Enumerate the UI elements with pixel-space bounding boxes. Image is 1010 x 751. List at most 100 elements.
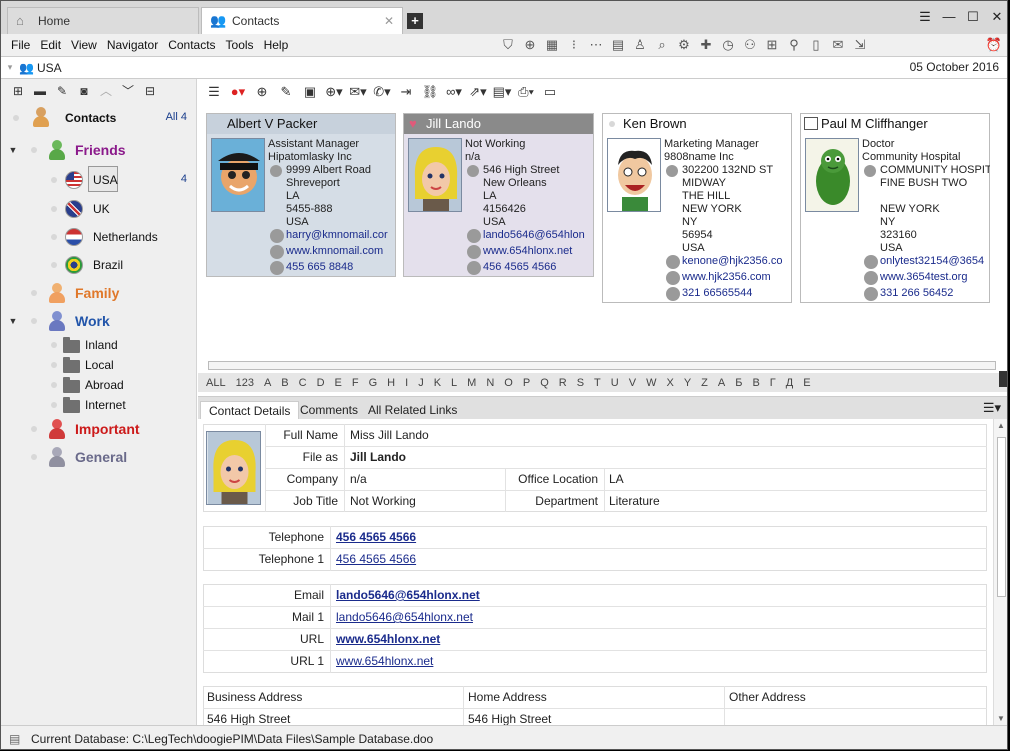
- card-email-link[interactable]: kenone@hjk2356.co: [664, 255, 792, 268]
- card-web-link[interactable]: www.3654test.org: [862, 271, 990, 284]
- print-icon[interactable]: ⎙▾: [514, 83, 538, 101]
- contact-card[interactable]: Ken Brown Marketing Manager 9808name Inc…: [602, 113, 792, 303]
- scroll-right-button[interactable]: [999, 371, 1007, 387]
- menu-edit[interactable]: Edit: [35, 38, 66, 52]
- detail-menu-icon[interactable]: ☰▾: [983, 400, 1001, 416]
- globe-icon[interactable]: ⊕: [519, 36, 541, 54]
- alpha-filter-14[interactable]: M: [462, 377, 481, 389]
- details-vertical-scrollbar[interactable]: ▲ ▼: [993, 419, 1007, 725]
- alpha-filter-5[interactable]: D: [312, 377, 330, 389]
- alpha-filter-6[interactable]: E: [330, 377, 347, 389]
- alarm-clock-icon[interactable]: ⏰: [983, 36, 1005, 54]
- contact-card[interactable]: Jill Lando ♥ Not Working n/a 546 High St…: [403, 113, 594, 277]
- scroll-thumb[interactable]: [997, 437, 1006, 597]
- org-icon[interactable]: ⚇: [739, 36, 761, 54]
- alpha-filter-33[interactable]: Е: [798, 377, 815, 389]
- tab-contact-details[interactable]: Contact Details: [200, 401, 300, 420]
- tab-comments[interactable]: Comments: [292, 401, 366, 420]
- move-up-icon[interactable]: ︿: [95, 82, 117, 100]
- alpha-filter-10[interactable]: I: [400, 377, 413, 389]
- mail-icon[interactable]: ✉: [827, 36, 849, 54]
- globe-icon[interactable]: ⊕▾: [322, 83, 346, 101]
- card-web-link[interactable]: www.kmnomail.com: [268, 245, 396, 258]
- tab-all-related-links[interactable]: All Related Links: [360, 401, 465, 420]
- tree-item-netherlands[interactable]: Netherlands: [1, 226, 197, 248]
- menu-icon[interactable]: ☰: [913, 7, 937, 27]
- close-window-icon[interactable]: ✕: [985, 7, 1007, 27]
- contact-card[interactable]: Paul M Cliffhanger Doctor Community Hosp…: [800, 113, 990, 303]
- contact-card-icon[interactable]: ▣: [298, 83, 322, 101]
- tree-item-important[interactable]: Important: [1, 418, 197, 440]
- value-url-1[interactable]: www.654hlonx.net: [336, 650, 433, 672]
- scroll-up-icon[interactable]: ▲: [997, 421, 1005, 430]
- alpha-filter-30[interactable]: В: [747, 377, 764, 389]
- tree-item-local[interactable]: Local: [1, 355, 197, 375]
- alpha-filter-12[interactable]: K: [429, 377, 446, 389]
- gear-icon[interactable]: ⚙: [673, 36, 695, 54]
- alpha-filter-7[interactable]: F: [347, 377, 364, 389]
- send-icon[interactable]: ⇲: [849, 36, 871, 54]
- card-web-link[interactable]: www.654hlonx.net: [465, 245, 593, 258]
- note-add-icon[interactable]: ✚: [695, 36, 717, 54]
- list-view-icon[interactable]: ☰: [202, 83, 226, 101]
- alpha-filter-31[interactable]: Г: [765, 377, 781, 389]
- alpha-filter-19[interactable]: R: [554, 377, 572, 389]
- alpha-filter-28[interactable]: А: [713, 377, 730, 389]
- close-tab-icon[interactable]: ✕: [384, 14, 394, 28]
- menu-navigator[interactable]: Navigator: [102, 38, 163, 52]
- folder-settings-icon[interactable]: ◙: [73, 82, 95, 100]
- alpha-filter-32[interactable]: Д: [781, 377, 798, 389]
- menu-file[interactable]: File: [1, 38, 35, 52]
- tab-contacts[interactable]: 👥 Contacts ✕: [201, 7, 403, 34]
- tree-item-uk[interactable]: UK: [1, 198, 197, 220]
- card-view-icon[interactable]: ▭: [538, 83, 562, 101]
- menu-help[interactable]: Help: [259, 38, 294, 52]
- mail-icon[interactable]: ✉▾: [346, 83, 370, 101]
- alpha-filter-18[interactable]: Q: [535, 377, 554, 389]
- phone-icon[interactable]: ✆▾: [370, 83, 394, 101]
- card-phone-link[interactable]: 456 4565 4566: [465, 261, 593, 274]
- device-icon[interactable]: ▯: [805, 36, 827, 54]
- alpha-filter-8[interactable]: G: [364, 377, 383, 389]
- more-icon[interactable]: ⋯: [585, 36, 607, 54]
- pin-icon[interactable]: ⚲: [783, 36, 805, 54]
- alpha-filter-25[interactable]: X: [661, 377, 678, 389]
- card-web-link[interactable]: www.hjk2356.com: [664, 271, 792, 284]
- tree-item-internet[interactable]: Internet: [1, 395, 197, 415]
- expand-caret-icon[interactable]: ▼: [7, 316, 19, 326]
- tree-item-usa[interactable]: USA 4: [1, 166, 197, 194]
- card-email-link[interactable]: lando5646@654hlon: [465, 229, 593, 242]
- value-email[interactable]: lando5646@654hlonx.net: [336, 584, 480, 606]
- move-down-icon[interactable]: ﹀: [117, 82, 139, 100]
- minimize-icon[interactable]: —: [937, 7, 961, 27]
- alpha-filter-20[interactable]: S: [572, 377, 589, 389]
- calculator-icon[interactable]: ▤: [607, 36, 629, 54]
- tree-item-inland[interactable]: Inland: [1, 335, 197, 355]
- edit-contact-icon[interactable]: ✎: [274, 83, 298, 101]
- card-phone-link[interactable]: 331 266 56452: [862, 287, 990, 300]
- alpha-filter-0[interactable]: ALL: [206, 377, 231, 389]
- alpha-filter-1[interactable]: 123: [231, 377, 259, 389]
- shield-icon[interactable]: ⛉: [497, 36, 519, 54]
- alpha-filter-21[interactable]: T: [589, 377, 606, 389]
- value-telephone[interactable]: 456 4565 4566: [336, 526, 416, 548]
- value-url[interactable]: www.654hlonx.net: [336, 628, 440, 650]
- alpha-filter-4[interactable]: C: [294, 377, 312, 389]
- scroll-down-icon[interactable]: ▼: [997, 714, 1005, 723]
- link-remove-icon[interactable]: ⛓: [418, 83, 442, 101]
- alpha-filter-22[interactable]: U: [606, 377, 624, 389]
- link-icon[interactable]: ∞▾: [442, 83, 466, 101]
- chevron-down-icon[interactable]: ▾: [1, 62, 19, 73]
- alpha-filter-13[interactable]: L: [446, 377, 462, 389]
- contact-card[interactable]: Albert V Packer Assistant Manager Hipato…: [206, 113, 396, 277]
- menu-contacts[interactable]: Contacts: [163, 38, 220, 52]
- tab-home[interactable]: ⌂ Home: [7, 7, 199, 34]
- card-phone-link[interactable]: 455 665 8848: [268, 261, 396, 274]
- document-icon[interactable]: ▤▾: [490, 83, 514, 101]
- card-email-link[interactable]: onlytest32154@3654: [862, 255, 990, 268]
- expand-caret-icon[interactable]: ▼: [7, 145, 19, 155]
- export-icon[interactable]: ⇗▾: [466, 83, 490, 101]
- clipboard-icon[interactable]: ⊞: [761, 36, 783, 54]
- search-list-icon[interactable]: ⌕: [651, 36, 673, 54]
- value-telephone-1[interactable]: 456 4565 4566: [336, 548, 416, 570]
